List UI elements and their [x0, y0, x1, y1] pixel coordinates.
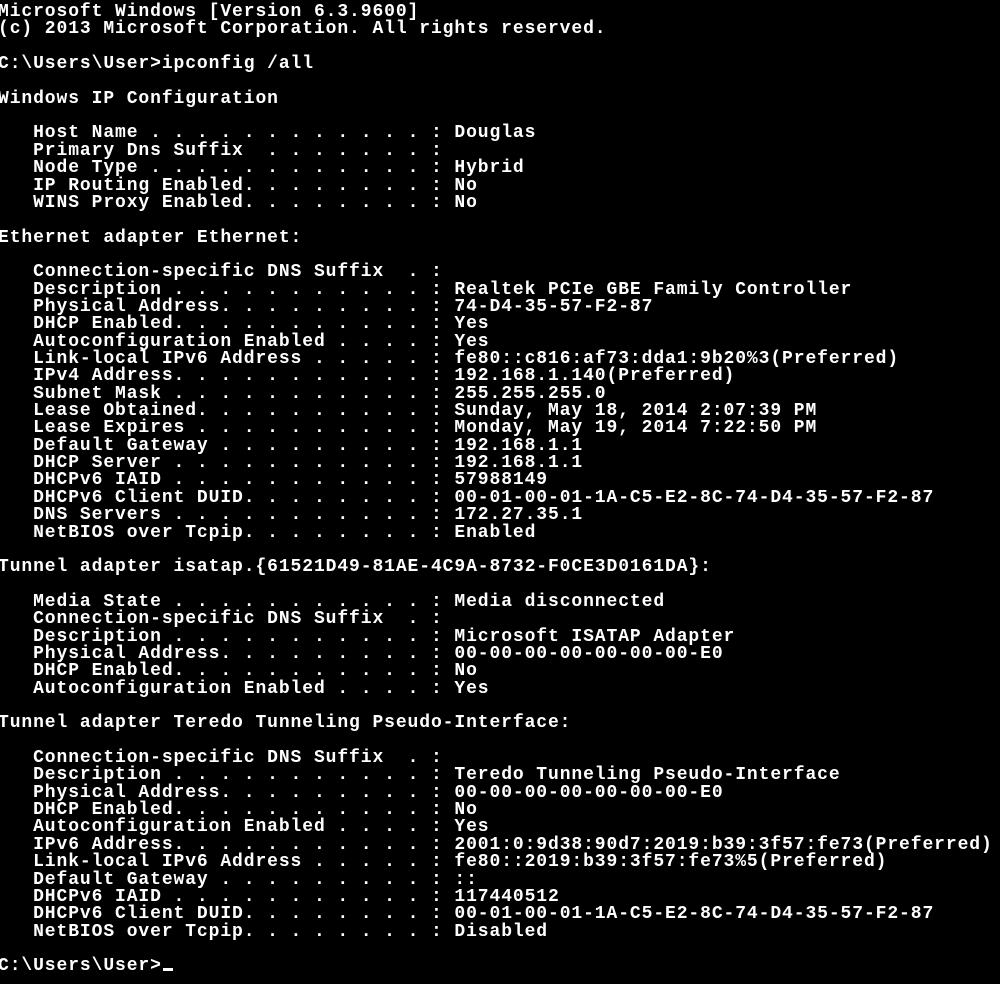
config-entry: NetBIOS over Tcpip. . . . . . . . : Enab…	[0, 522, 537, 543]
entry-value: fe80::2019:b39:3f57:fe73%5(Preferred)	[454, 852, 888, 873]
entry-value: 00-00-00-00-00-00-00-E0	[454, 643, 724, 664]
section-title: Windows IP Configuration	[0, 88, 279, 109]
command-text: ipconfig /all	[161, 54, 314, 75]
input-line[interactable]: C:\Users\User>	[0, 956, 173, 977]
config-entry: WINS Proxy Enabled. . . . . . . . : No	[0, 192, 478, 213]
separator: :	[419, 678, 455, 699]
entry-label: WINS Proxy Enabled. . . . . . . .	[33, 192, 420, 213]
entry-value: Douglas	[454, 123, 537, 144]
section-title-text: Ethernet adapter Ethernet:	[0, 227, 303, 248]
separator: :	[419, 921, 455, 942]
prompt-text: C:\Users\User>	[0, 956, 162, 977]
entry-label: NetBIOS over Tcpip. . . . . . . .	[33, 921, 420, 942]
copyright-text: (c) 2013 Microsoft Corporation. All righ…	[0, 19, 607, 40]
banner-line: (c) 2013 Microsoft Corporation. All righ…	[0, 19, 607, 40]
separator: :	[419, 192, 455, 213]
entry-label: NetBIOS over Tcpip. . . . . . . .	[33, 522, 420, 543]
config-entry: NetBIOS over Tcpip. . . . . . . . : Disa…	[0, 921, 549, 942]
entry-value: Media disconnected	[454, 591, 666, 612]
separator: :	[419, 522, 455, 543]
section-title: Tunnel adapter isatap.{61521D49-81AE-4C9…	[0, 557, 712, 578]
command-line: C:\Users\User>ipconfig /all	[0, 54, 314, 75]
section-title-text: Windows IP Configuration	[0, 88, 279, 109]
config-entry: Autoconfiguration Enabled . . . . : Yes	[0, 678, 490, 699]
section-title: Ethernet adapter Ethernet:	[0, 227, 303, 248]
console-window[interactable]: Microsoft Windows [Version 6.3.9600] (c) …	[0, 3, 1000, 984]
entry-value: No	[454, 192, 478, 213]
section-title: Tunnel adapter Teredo Tunneling Pseudo-I…	[0, 713, 572, 734]
entry-value: Disabled	[454, 921, 549, 942]
section-title-text: Tunnel adapter Teredo Tunneling Pseudo-I…	[0, 713, 572, 734]
text-cursor	[162, 968, 173, 972]
entry-value: Yes	[454, 678, 490, 699]
entry-value: Enabled	[454, 522, 537, 543]
section-title-text: Tunnel adapter isatap.{61521D49-81AE-4C9…	[0, 557, 712, 578]
entry-label: Autoconfiguration Enabled . . . .	[33, 678, 420, 699]
entry-value: 00-00-00-00-00-00-00-E0	[454, 782, 724, 803]
prompt-text: C:\Users\User>	[0, 54, 162, 75]
